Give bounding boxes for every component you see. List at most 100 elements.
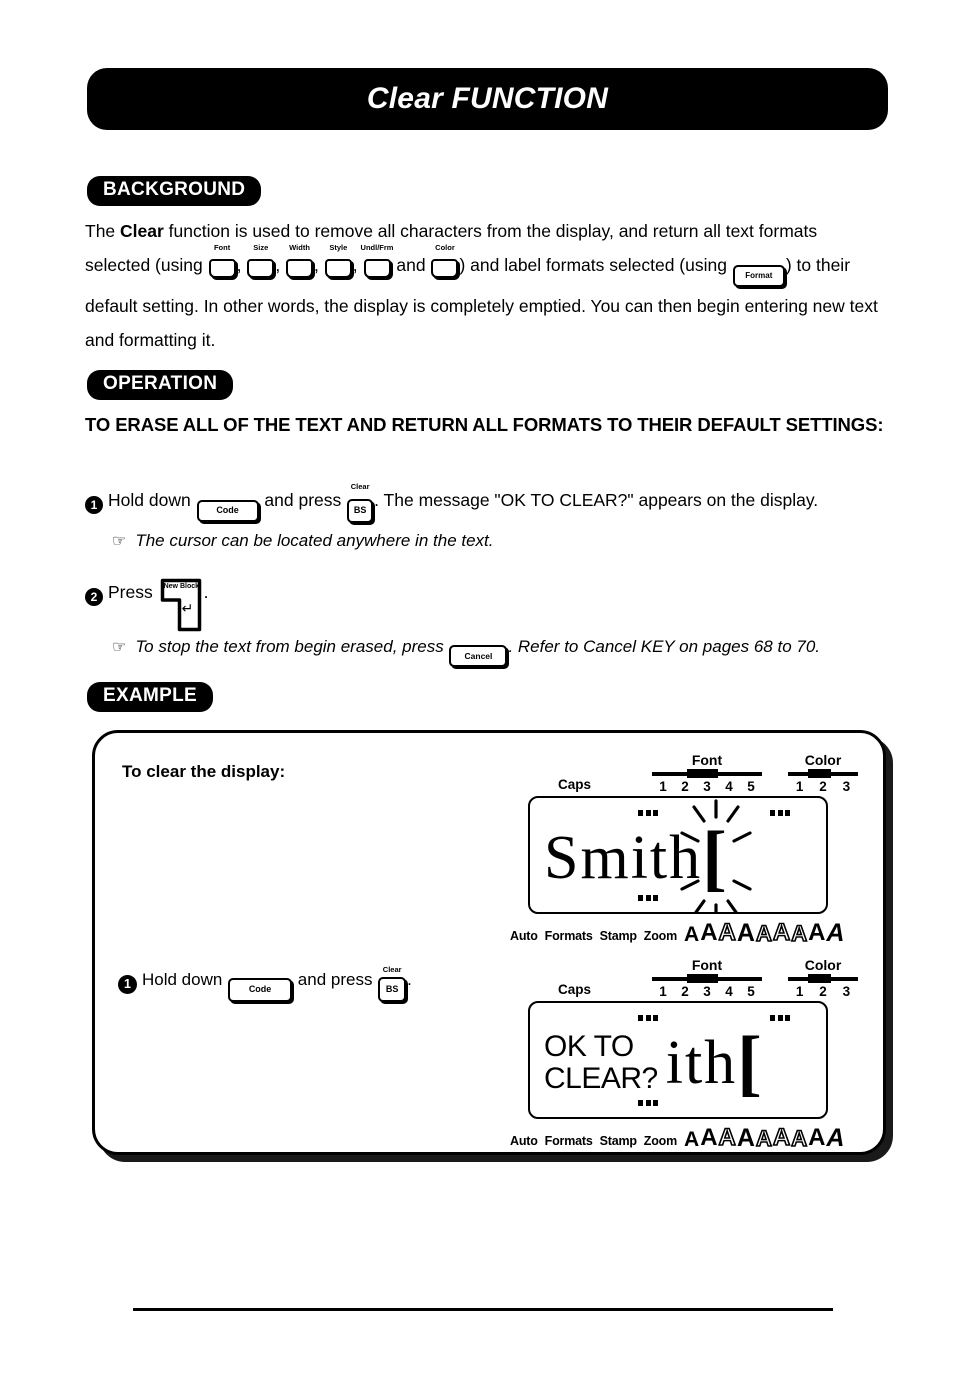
size-indicator-row: A A A A A A A A A: [684, 1123, 845, 1152]
format-key[interactable]: Format: [732, 255, 785, 289]
background-text-and: and: [391, 255, 431, 275]
color-scale: Color 1 2 3: [788, 752, 858, 795]
color-tick: 3: [842, 779, 851, 794]
new-block-enter-key[interactable]: New Block ↵: [160, 578, 202, 632]
operation-heading: TO ERASE ALL OF THE TEXT AND RETURN ALL …: [85, 414, 884, 435]
size-indicator-a: A: [700, 1124, 718, 1152]
lcd-cursor: [: [737, 1026, 762, 1100]
cancel-key-cap: Cancel: [449, 645, 508, 668]
size-indicator-a: A: [684, 922, 700, 946]
size-indicator-a: A: [718, 919, 737, 947]
size-indicator-a: A: [772, 919, 791, 947]
example-box-title: To clear the display:: [122, 762, 286, 781]
step-1-text-after: . The message "OK TO CLEAR?" appears on …: [374, 490, 819, 510]
stamp-label: Stamp: [599, 1134, 637, 1148]
background-text-4: ) and label formats selected (using: [459, 255, 732, 275]
caps-indicator: Caps: [558, 777, 592, 792]
manual-page: Clear FUNCTION BACKGROUND The Clear func…: [0, 0, 954, 1391]
size-indicator-a: A: [736, 1123, 755, 1152]
style-key[interactable]: Style: [324, 244, 352, 278]
step-1-text-before: Hold down: [108, 490, 196, 510]
step-2-number: 2: [85, 588, 103, 606]
font-tick: 2: [681, 779, 689, 794]
section-heading-operation: OPERATION: [87, 370, 234, 400]
style-key-cap: [324, 259, 352, 278]
lcd-cursor: [: [680, 799, 752, 912]
lcd-cursor-glyph: [: [737, 1022, 762, 1104]
color-scale-bar: [788, 769, 858, 778]
zoom-label: Zoom: [643, 1134, 678, 1148]
operation-step-2: 2 Press New Block ↵ .: [85, 578, 895, 632]
size-indicator-a: A: [808, 1124, 826, 1152]
font-key-label: Font: [213, 243, 231, 252]
operation-note-2: ☞ To stop the text from begin erased, pre…: [112, 634, 912, 668]
formats-label: Formats: [544, 929, 593, 943]
color-key-label: Color: [435, 243, 455, 252]
operation-note-1-text: The cursor can be located anywhere in th…: [135, 531, 494, 550]
enter-arrow-icon: ↵: [181, 600, 194, 616]
clear-bs-key[interactable]: Clear BS: [347, 483, 374, 523]
font-scale-ticks: 1 2 3 4 5: [652, 984, 762, 1000]
auto-label: Auto: [510, 929, 538, 943]
lcd-text-area: Smith [: [544, 799, 818, 912]
size-indicator-a: A: [772, 1124, 791, 1152]
size-indicator-a: A: [790, 920, 808, 946]
page-title: Clear FUNCTION: [366, 82, 609, 115]
clear-bs-key-top-label: Clear: [350, 482, 370, 491]
lcd-prompt-message: OK TO CLEAR?: [544, 1030, 658, 1095]
lcd-text: ith: [665, 1029, 738, 1097]
footer-divider: [133, 1308, 833, 1311]
example-step-1: 1 Hold down Code and press Clear BS.: [118, 966, 412, 1002]
width-key-label: Width: [289, 243, 310, 252]
format-key-cap: Format: [732, 265, 785, 287]
code-key[interactable]: Code: [196, 494, 259, 522]
example-step-1-text-after: .: [407, 970, 412, 989]
font-scale-label: Font: [691, 752, 723, 768]
code-key[interactable]: Code: [228, 977, 293, 1002]
background-text-1: The: [85, 221, 121, 241]
size-key-label: Size: [253, 243, 269, 252]
size-indicator-a: A: [755, 920, 772, 946]
size-indicator-a: A: [826, 1123, 845, 1152]
size-indicator-a: A: [736, 918, 755, 947]
clear-bs-key-cap: BS: [378, 977, 407, 1002]
undl-frm-key[interactable]: Undl/Frm: [361, 244, 393, 278]
color-tick: 3: [842, 984, 851, 999]
section-heading-background-label: BACKGROUND: [103, 179, 246, 200]
clear-bs-key-cap: BS: [347, 498, 374, 523]
font-scale: Font 1 2 3 4 5: [652, 752, 762, 795]
lcd-status-labels: Auto Formats Stamp Zoom: [510, 929, 677, 943]
clear-bs-key-top-label: Clear: [382, 965, 402, 974]
color-scale: Color 1 2 3: [788, 957, 858, 1000]
size-indicator-a: A: [826, 918, 845, 947]
font-scale-bar: [652, 769, 762, 778]
operation-step-1: 1 Hold down Code and press Clear BS. The m…: [85, 483, 895, 523]
background-paragraph: The Clear function is used to remove all…: [85, 214, 885, 357]
size-indicator-a: A: [684, 1127, 700, 1151]
clear-bs-key[interactable]: Clear BS: [378, 966, 407, 1002]
sep-2: ,: [275, 255, 286, 275]
lcd-indicator-bar: Caps Font 1 2 3 4 5 Color 1 2 3: [510, 957, 880, 1001]
enter-key-top-label: New Block: [163, 583, 200, 590]
size-indicator-a: A: [808, 919, 826, 947]
font-tick: 4: [725, 984, 733, 999]
background-text-bold: Clear: [120, 221, 164, 241]
color-tick: 2: [819, 984, 827, 999]
stamp-label: Stamp: [599, 929, 637, 943]
font-tick: 4: [725, 779, 733, 794]
page-title-banner: Clear FUNCTION: [87, 68, 888, 130]
color-scale-ticks: 1 2 3: [788, 984, 858, 1000]
color-key[interactable]: Color: [431, 244, 459, 278]
font-key[interactable]: Font: [208, 244, 236, 278]
operation-note-2-text-before: To stop the text from begin erased, pres…: [135, 637, 449, 656]
size-indicator-a: A: [718, 1124, 737, 1152]
pointing-hand-icon: ☞: [112, 639, 126, 656]
color-tick: 2: [819, 779, 827, 794]
lcd-screen: Smith [: [528, 796, 828, 914]
width-key[interactable]: Width: [286, 244, 314, 278]
cancel-key[interactable]: Cancel: [449, 641, 508, 668]
size-indicator-row: A A A A A A A A A: [684, 918, 845, 947]
style-key-label: Style: [329, 243, 348, 252]
section-heading-example: EXAMPLE: [87, 682, 213, 712]
size-key[interactable]: Size: [247, 244, 275, 278]
